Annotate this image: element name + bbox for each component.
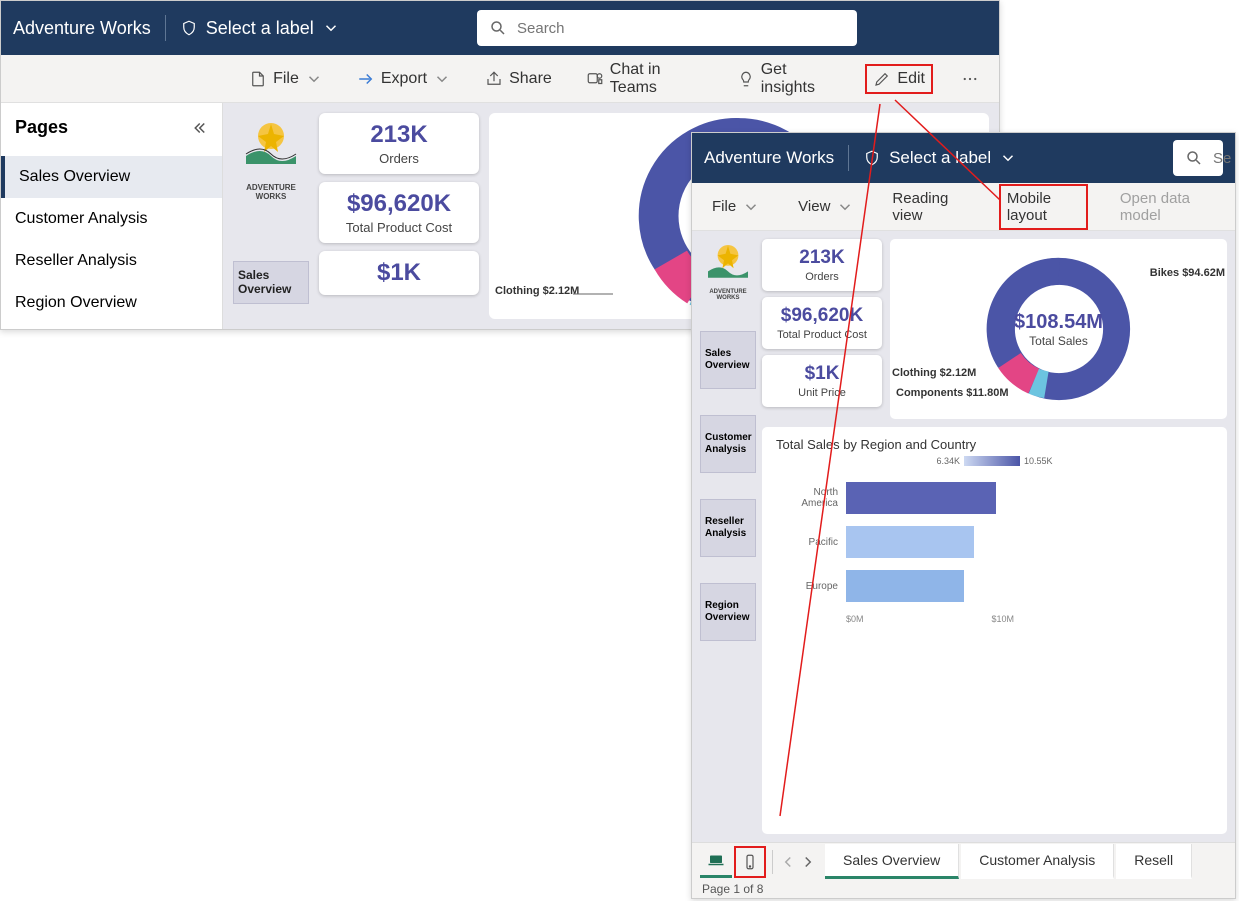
page-tabstrip: Sales Overview Customer Analysis Resell: [692, 843, 1235, 880]
divider: [848, 145, 849, 171]
page-tab-sales-overview[interactable]: Sales Overview: [825, 844, 959, 879]
mobile-view-button[interactable]: [734, 846, 766, 878]
pencil-icon: [873, 70, 891, 88]
chevron-down-icon: [322, 19, 340, 37]
app-title: Adventure Works: [13, 18, 151, 39]
annot-clothing: Clothing $2.12M: [495, 285, 579, 297]
bar-europe: [846, 570, 964, 602]
nav-tile-sales-overview[interactable]: Sales Overview: [700, 331, 756, 389]
lightbulb-icon: [737, 70, 755, 88]
annot-bikes: Bikes $94.62M: [1150, 267, 1225, 279]
toolbar: File Export Share Chat in Teams Get insi…: [1, 55, 999, 103]
report-canvas: ADVENTURE WORKS Sales Overview Customer …: [692, 231, 1235, 842]
chevron-down-icon: [999, 149, 1017, 167]
reading-view-button[interactable]: Reading view: [886, 186, 972, 228]
search-icon: [489, 19, 507, 37]
app-title: Adventure Works: [704, 148, 834, 168]
more-menu[interactable]: [955, 66, 985, 92]
annot-clothing: Clothing $2.12M: [892, 367, 976, 379]
chevron-right-icon[interactable]: [799, 853, 817, 871]
search-input[interactable]: [517, 20, 845, 37]
teams-icon: [586, 70, 604, 88]
nav-tile-sales-overview[interactable]: Sales Overview: [233, 261, 309, 304]
search-box[interactable]: [1173, 140, 1223, 176]
page-item-sales-overview[interactable]: Sales Overview: [1, 156, 222, 198]
search-box[interactable]: [477, 10, 857, 46]
bar-pacific: [846, 526, 974, 558]
shield-icon: [863, 149, 881, 167]
chevron-left-icon[interactable]: [779, 853, 797, 871]
color-legend: 6.34K 10.55K: [936, 456, 1052, 466]
page-item-customer-analysis[interactable]: Customer Analysis: [1, 198, 222, 240]
nav-tile-customer-analysis[interactable]: Customer Analysis: [700, 415, 756, 473]
share-button[interactable]: Share: [479, 66, 558, 92]
file-menu[interactable]: File: [243, 66, 329, 92]
page-item-reseller-analysis[interactable]: Reseller Analysis: [1, 240, 222, 282]
donut-chart[interactable]: $108.54MTotal Sales Bikes $94.62M Clothi…: [890, 239, 1227, 419]
divider: [165, 15, 166, 41]
titlebar: Adventure Works Select a label: [692, 133, 1235, 183]
pages-header: Pages: [1, 103, 222, 156]
kpi-orders[interactable]: 213KOrders: [319, 113, 479, 174]
ellipsis-icon: [961, 70, 979, 88]
select-label-dropdown[interactable]: Select a label: [180, 18, 340, 39]
export-icon: [357, 70, 375, 88]
search-icon: [1185, 149, 1203, 167]
logo-text: ADVENTURE WORKS: [233, 183, 309, 201]
page-item-region-overview[interactable]: Region Overview: [1, 282, 222, 324]
page-tab-reseller[interactable]: Resell: [1116, 844, 1192, 879]
kpi-total-product-cost[interactable]: $96,620KTotal Product Cost: [319, 182, 479, 243]
select-label-text: Select a label: [206, 18, 314, 39]
shield-icon: [180, 19, 198, 37]
chat-teams-button[interactable]: Chat in Teams: [580, 57, 709, 101]
mobile-icon: [741, 853, 759, 871]
export-menu[interactable]: Export: [351, 66, 457, 92]
select-label-dropdown[interactable]: Select a label: [863, 148, 1017, 168]
open-data-model-button[interactable]: Open data model: [1114, 186, 1221, 228]
kpi-total-product-cost[interactable]: $96,620KTotal Product Cost: [762, 297, 882, 349]
pages-panel: Pages Sales Overview Customer Analysis R…: [1, 103, 223, 329]
search-input[interactable]: [1213, 150, 1233, 167]
desktop-view-button[interactable]: [700, 846, 732, 878]
divider: [772, 850, 773, 874]
annot-components: Components $11.80M: [896, 387, 1008, 399]
collapse-icon[interactable]: [190, 119, 208, 137]
page-tab-customer-analysis[interactable]: Customer Analysis: [961, 844, 1114, 879]
kpi-unit-price[interactable]: $1KUnit Price: [762, 355, 882, 407]
logo: [233, 113, 309, 173]
logo: [700, 239, 756, 283]
nav-tile-reseller-analysis[interactable]: Reseller Analysis: [700, 499, 756, 557]
mobile-layout-button[interactable]: Mobile layout: [999, 184, 1088, 230]
view-menu[interactable]: View: [792, 194, 860, 220]
region-bar-chart[interactable]: Total Sales by Region and Country 6.34K …: [762, 427, 1227, 834]
bar-north-america: [846, 482, 996, 514]
chevron-down-icon: [305, 70, 323, 88]
kpi-orders[interactable]: 213KOrders: [762, 239, 882, 291]
chevron-down-icon: [836, 198, 854, 216]
page-count: Page 1 of 8: [692, 880, 1235, 898]
footer: Sales Overview Customer Analysis Resell …: [692, 842, 1235, 898]
toolbar: File View Reading view Mobile layout Ope…: [692, 183, 1235, 231]
logo-text: ADVENTURE WORKS: [700, 289, 756, 301]
titlebar: Adventure Works Select a label: [1, 1, 999, 55]
edit-button[interactable]: Edit: [865, 64, 933, 94]
desktop-icon: [707, 851, 725, 869]
share-icon: [485, 70, 503, 88]
nav-tile-region-overview[interactable]: Region Overview: [700, 583, 756, 641]
chevron-down-icon: [433, 70, 451, 88]
window-edit-view: Adventure Works Select a label File View…: [691, 132, 1236, 899]
file-icon: [249, 70, 267, 88]
kpi-unit-price[interactable]: $1K: [319, 251, 479, 295]
chevron-down-icon: [742, 198, 760, 216]
file-menu[interactable]: File: [706, 194, 766, 220]
get-insights-button[interactable]: Get insights: [731, 57, 844, 101]
